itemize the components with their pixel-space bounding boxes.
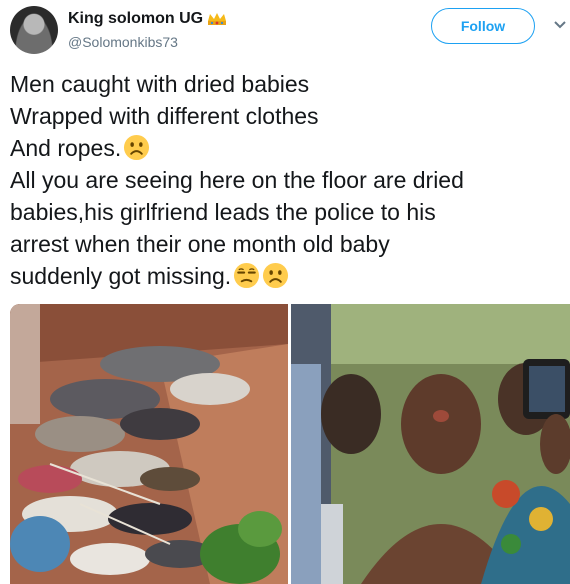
tweet-media: [10, 304, 570, 584]
avatar[interactable]: [10, 6, 58, 54]
unamused-face-icon: [234, 262, 260, 289]
tweet-line: babies,his girlfriend leads the police t…: [10, 199, 436, 225]
crown-icon: [208, 13, 227, 25]
tweet-line: arrest when their one month old baby: [10, 231, 390, 257]
tweet-line: All you are seeing here on the floor are…: [10, 167, 464, 193]
author-name-text: King solomon UG: [68, 10, 204, 27]
tweet-line-text: And ropes.: [10, 135, 122, 161]
author-handle[interactable]: @Solomonkibs73: [68, 34, 178, 50]
tweet-line: suddenly got missing.: [10, 260, 565, 292]
tweet-line: And ropes.: [10, 132, 565, 164]
follow-button[interactable]: Follow: [431, 8, 535, 44]
photo-men[interactable]: [291, 304, 570, 584]
photo-bundles-on-ground[interactable]: [10, 304, 288, 584]
tweet-line: Wrapped with different clothes: [10, 103, 319, 129]
photo-bundles-graphic: [10, 304, 288, 584]
frowning-face-icon: [124, 134, 150, 161]
frowning-face-icon: [263, 262, 289, 289]
tweet-header: King solomon UG @Solomonkibs73 Follow: [10, 6, 566, 54]
tweet-line: Men caught with dried babies: [10, 71, 310, 97]
tweet-line-text: suddenly got missing.: [10, 263, 232, 289]
photo-men-graphic: [291, 304, 570, 584]
tweet-text: Men caught with dried babies Wrapped wit…: [10, 68, 565, 292]
author-name[interactable]: King solomon UG: [68, 10, 227, 28]
chevron-down-icon[interactable]: [553, 20, 567, 30]
